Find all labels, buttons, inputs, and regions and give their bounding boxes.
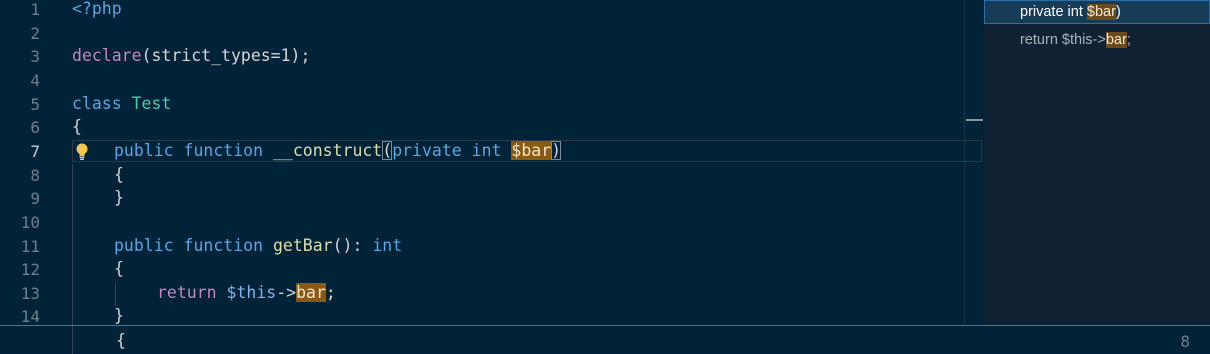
highlighted-property-bar: bar	[296, 283, 326, 302]
peek-item-prefix: return $this->	[1020, 32, 1106, 48]
arrow-operator: ->	[276, 283, 297, 302]
close-paren: )	[551, 141, 562, 160]
code-editor[interactable]: 1 2 3 4 5 6 7 8 9 10 11 12 13 14 <?php d…	[0, 0, 984, 325]
code-line: }	[114, 186, 124, 210]
code-line: {	[114, 163, 124, 187]
code-line: return $this->bar;	[157, 281, 336, 305]
brace: {	[72, 117, 82, 136]
method-name: getBar	[272, 236, 333, 255]
private-keyword: private	[392, 141, 462, 160]
line-number: 5	[30, 95, 40, 114]
scrollbar-marker	[966, 119, 983, 121]
line-number: 13	[20, 284, 40, 303]
code-line-active: public function __construct(private int …	[114, 139, 562, 163]
line-number: 2	[30, 24, 40, 43]
peek-item-suffix: )	[1115, 4, 1121, 20]
code-line: }	[114, 304, 124, 325]
code-line: class Test	[72, 92, 171, 116]
line-number-active: 7	[30, 142, 40, 161]
indent-guide	[72, 326, 73, 354]
line-number: 8	[1180, 332, 1190, 351]
peek-reference-item[interactable]: private int $bar)	[984, 0, 1210, 24]
declare-args: (strict_types=1);	[141, 46, 311, 65]
brace: }	[114, 306, 124, 325]
peek-item-suffix: ;	[1126, 32, 1131, 48]
code-line: public function getBar(): int	[114, 234, 402, 258]
line-number: 11	[20, 237, 40, 256]
brace: }	[114, 188, 124, 207]
editor-ruler	[964, 0, 965, 325]
line-number: 8	[30, 166, 40, 185]
code-area[interactable]: <?php declare(strict_types=1); class Tes…	[72, 0, 964, 325]
code-line: {	[72, 115, 82, 139]
code-line: {	[114, 257, 124, 281]
references-peek-panel: private int $bar) return $this->bar;	[984, 0, 1210, 325]
line-number: 1	[30, 0, 40, 19]
php-open-tag: <?php	[72, 0, 122, 18]
code-line: {	[116, 329, 126, 353]
open-paren: (	[382, 141, 393, 160]
highlighted-variable-bar: $bar	[511, 141, 552, 160]
line-number-gutter: 1 2 3 4 5 6 7 8 9 10 11 12 13 14	[0, 0, 60, 325]
line-number: 10	[20, 213, 40, 232]
line-number: 4	[30, 71, 40, 90]
return-type: int	[372, 236, 403, 255]
brace: {	[114, 259, 124, 278]
type-int: int	[471, 141, 502, 160]
function-keyword: function	[183, 141, 264, 160]
method-params: ():	[332, 236, 373, 255]
brace: {	[114, 165, 124, 184]
code-line: declare(strict_types=1);	[72, 44, 310, 68]
peek-item-match: bar	[1105, 32, 1127, 48]
this-variable: $this	[226, 283, 277, 302]
semicolon: ;	[325, 283, 336, 302]
code-line: <?php	[72, 0, 122, 21]
return-keyword: return	[157, 283, 217, 302]
peek-item-prefix: private int	[1020, 4, 1087, 20]
function-keyword: function	[183, 236, 264, 255]
public-keyword: public	[114, 236, 174, 255]
public-keyword: public	[114, 141, 174, 160]
line-number: 14	[20, 307, 40, 325]
class-name: Test	[131, 94, 172, 113]
peek-item-match: $bar	[1086, 4, 1116, 20]
sticky-bottom-line[interactable]: 8 {	[0, 325, 1210, 354]
line-number: 9	[30, 189, 40, 208]
brace: {	[116, 331, 126, 350]
constructor-name: __construct	[272, 141, 383, 160]
line-number: 12	[20, 260, 40, 279]
line-number: 3	[30, 47, 40, 66]
class-keyword: class	[72, 94, 122, 113]
peek-reference-item[interactable]: return $this->bar;	[984, 28, 1210, 52]
line-number: 6	[30, 118, 40, 137]
declare-keyword: declare	[72, 46, 142, 65]
